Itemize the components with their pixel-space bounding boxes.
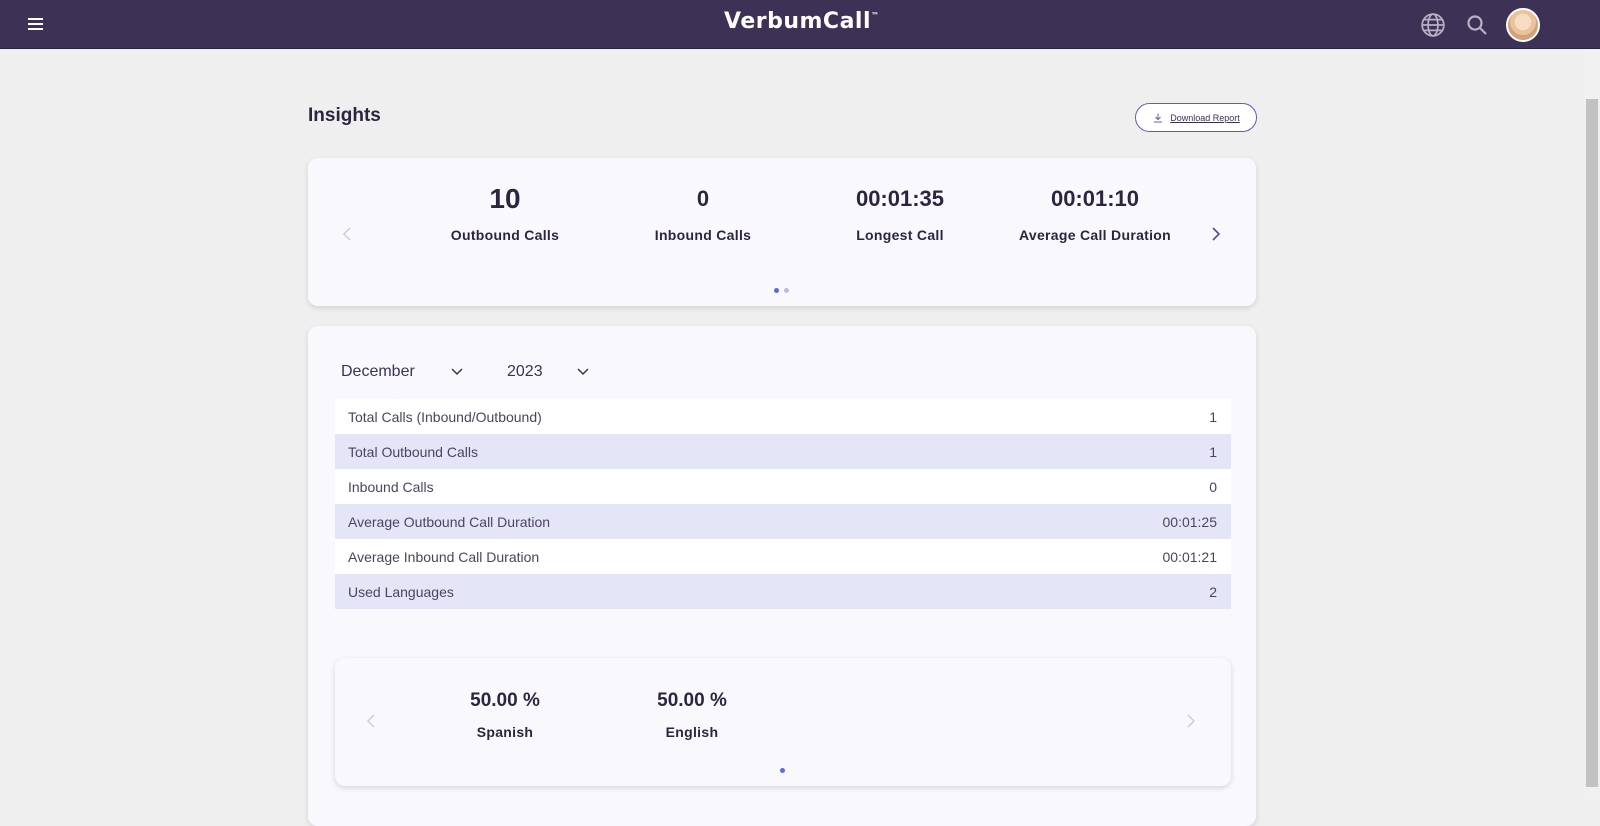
table-row: Used Languages 2 [335, 574, 1231, 609]
page-title: Insights [308, 105, 381, 126]
chevron-right-icon[interactable] [1206, 224, 1226, 244]
month-select-value: December [341, 363, 415, 380]
logo-trademark: ™ [871, 11, 880, 20]
top-bar: VerbumCall™ [0, 0, 1600, 49]
row-label: Total Calls (Inbound/Outbound) [348, 408, 542, 425]
stat-value: 0 [696, 186, 710, 211]
logo-text: VerbumCall [724, 9, 872, 34]
table-row: Average Outbound Call Duration 00:01:25 [335, 504, 1231, 539]
year-select[interactable]: 2023 [507, 363, 597, 381]
stat-label: Longest Call [856, 227, 944, 243]
row-label: Total Outbound Calls [348, 443, 478, 460]
stat-inbound-calls: 0 Inbound Calls [608, 182, 798, 243]
logo[interactable]: VerbumCall™ [724, 9, 894, 37]
download-report-button[interactable]: Download Report [1135, 103, 1257, 132]
table-row: Inbound Calls 0 [335, 469, 1231, 504]
stat-average-call-duration: 00:01:10 Average Call Duration [990, 182, 1200, 243]
row-label: Average Outbound Call Duration [348, 513, 551, 530]
row-value: 1 [1209, 408, 1217, 425]
year-select-value: 2023 [507, 363, 543, 380]
carousel-dot[interactable] [784, 288, 789, 293]
month-select[interactable]: December [341, 363, 471, 381]
row-value: 00:01:21 [1162, 548, 1218, 565]
carousel-dot[interactable] [774, 288, 779, 293]
scrollbar-thumb[interactable] [1586, 99, 1598, 787]
language-percent: 50.00 % [470, 690, 540, 711]
stat-value: 00:01:10 [1050, 186, 1140, 211]
stat-label: Average Call Duration [1018, 227, 1172, 243]
chevron-left-icon[interactable] [361, 711, 381, 731]
stat-label: Outbound Calls [450, 227, 560, 243]
row-value: 2 [1209, 583, 1217, 600]
scrollbar[interactable] [1583, 49, 1600, 801]
language-percent: 50.00 % [657, 690, 727, 711]
stat-longest-call: 00:01:35 Longest Call [805, 182, 995, 243]
language-english: 50.00 % English [597, 684, 787, 740]
language-spanish: 50.00 % Spanish [410, 684, 600, 740]
table-row: Total Outbound Calls 1 [335, 434, 1231, 469]
languages-carousel: 50.00 % Spanish 50.00 % English [335, 658, 1231, 786]
carousel-dots [780, 768, 785, 773]
language-label: English [665, 724, 719, 740]
row-label: Inbound Calls [348, 478, 434, 495]
carousel-dot[interactable] [780, 768, 785, 773]
carousel-dots [774, 288, 789, 293]
stat-outbound-calls: 10 Outbound Calls [410, 182, 600, 243]
chevron-left-icon[interactable] [337, 224, 357, 244]
row-value: 00:01:25 [1162, 513, 1218, 530]
download-report-label: Download Report [1170, 112, 1240, 123]
stat-value: 10 [489, 183, 521, 214]
globe-icon[interactable] [1418, 10, 1448, 40]
table-row: Total Calls (Inbound/Outbound) 1 [335, 399, 1231, 434]
insights-table: Total Calls (Inbound/Outbound) 1 Total O… [335, 399, 1231, 609]
row-value: 1 [1209, 443, 1217, 460]
table-row: Average Inbound Call Duration 00:01:21 [335, 539, 1231, 574]
menu-icon[interactable] [26, 15, 46, 33]
row-value: 0 [1209, 478, 1217, 495]
top-icons [1418, 8, 1540, 42]
avatar[interactable] [1506, 8, 1540, 42]
row-label: Used Languages [348, 583, 454, 600]
chevron-right-icon[interactable] [1181, 711, 1201, 731]
stat-label: Inbound Calls [654, 227, 752, 243]
download-icon [1154, 113, 1163, 122]
monthly-insights-card: December 2023 Total Calls (Inbound/Outbo… [308, 326, 1256, 826]
stat-value: 00:01:35 [855, 186, 945, 211]
search-icon[interactable] [1462, 10, 1492, 40]
language-label: Spanish [476, 724, 534, 740]
row-label: Average Inbound Call Duration [348, 548, 540, 565]
stats-carousel: 10 Outbound Calls 0 Inbound Calls 00:01:… [308, 158, 1256, 306]
chevron-down-icon [577, 368, 589, 376]
chevron-down-icon [451, 368, 463, 376]
